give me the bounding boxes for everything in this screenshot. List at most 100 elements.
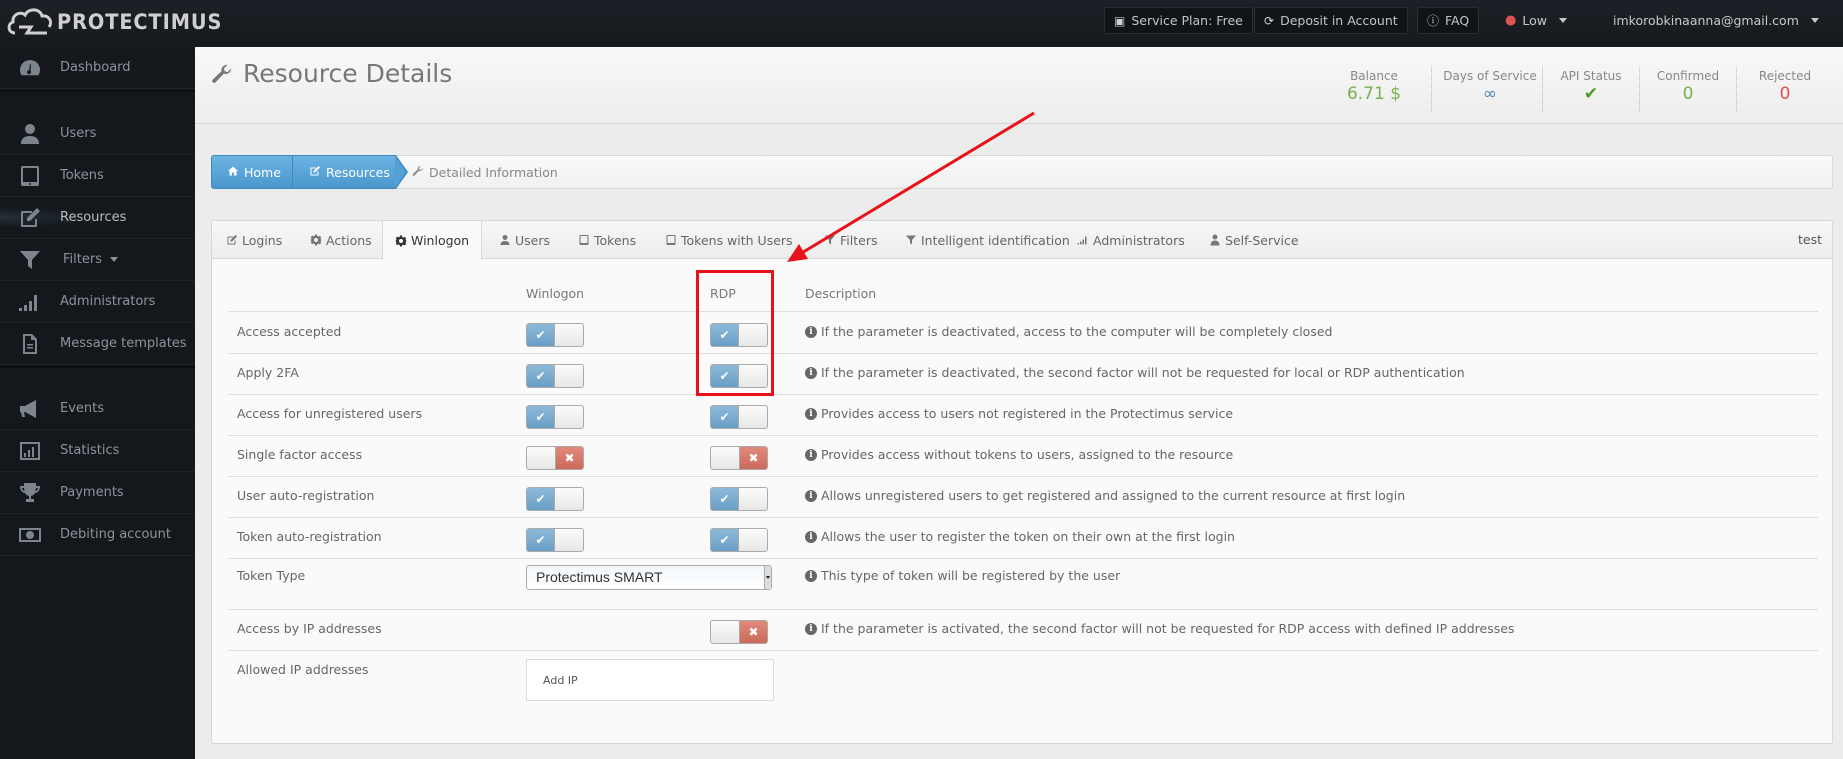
breadcrumb-home[interactable]: Home xyxy=(211,155,293,189)
tab-tokens-with-users[interactable]: Tokens with Users xyxy=(653,221,805,259)
check-icon: ✔ xyxy=(527,365,554,387)
brand-logo[interactable]: PROTECTIMUS xyxy=(5,3,237,41)
sidebar-item-message-templates[interactable]: Message templates xyxy=(0,323,195,365)
sidebar-item-users[interactable]: Users xyxy=(0,113,195,155)
add-ip-input[interactable]: Add IP xyxy=(526,659,774,701)
rdp-toggle-access-by-ip[interactable]: ✖ xyxy=(710,620,768,644)
winlogon-toggle-access-accepted[interactable]: ✔ xyxy=(526,323,584,347)
service-plan-button[interactable]: ▣ Service Plan: Free xyxy=(1104,7,1253,34)
breadcrumb-resources[interactable]: Resources xyxy=(293,155,396,189)
info-icon: i xyxy=(805,569,817,582)
rdp-toggle-apply-2fa[interactable]: ✔ xyxy=(710,364,768,388)
row-description: Allows the user to register the token on… xyxy=(821,529,1235,544)
check-icon: ✔ xyxy=(711,529,738,551)
row-label: Single factor access xyxy=(237,447,363,462)
user-icon xyxy=(499,234,511,246)
check-icon: ✔ xyxy=(527,488,554,510)
winlogon-toggle-access-for-unregistered-users[interactable]: ✔ xyxy=(526,405,584,429)
tab-intelligent-identification[interactable]: Intelligent identification xyxy=(893,221,1082,259)
money-icon xyxy=(0,523,60,547)
filter-icon xyxy=(0,248,60,272)
rdp-toggle-single-factor-access[interactable]: ✖ xyxy=(710,446,768,470)
info-circle-icon: ⓘ xyxy=(1427,14,1440,28)
row-description: Provides access to users not registered … xyxy=(821,406,1234,421)
resource-panel: Logins Actions Winlogon Users Tokens Tok… xyxy=(211,220,1833,744)
check-icon: ✔ xyxy=(527,406,554,428)
bar-chart-icon xyxy=(0,439,60,463)
caret-down-icon xyxy=(1810,18,1819,23)
check-icon: ✔ xyxy=(711,324,738,346)
stat-days-of-service: Days of Service ∞ xyxy=(1440,69,1540,104)
winlogon-toggle-user-auto-registration[interactable]: ✔ xyxy=(526,487,584,511)
info-icon: i xyxy=(805,622,817,635)
info-icon: i xyxy=(805,366,817,379)
tab-actions[interactable]: Actions xyxy=(298,221,384,259)
select-arrow-icon xyxy=(764,566,771,589)
gear-icon xyxy=(310,234,322,246)
rdp-toggle-access-accepted[interactable]: ✔ xyxy=(710,323,768,347)
info-icon: i xyxy=(805,530,817,543)
sidebar-item-filters[interactable]: Filters xyxy=(0,239,195,281)
signal-icon xyxy=(0,290,60,314)
info-icon: i xyxy=(805,325,817,338)
sidebar-item-debiting-account[interactable]: Debiting account xyxy=(0,514,195,556)
dashboard-icon xyxy=(0,56,60,80)
sidebar-item-events[interactable]: Events xyxy=(0,388,195,430)
tab-winlogon[interactable]: Winlogon xyxy=(382,221,483,260)
info-icon: i xyxy=(805,407,817,420)
tab-filters[interactable]: Filters xyxy=(812,221,889,259)
sidebar-divider xyxy=(0,366,195,368)
table-row-access-for-unregistered-users: Access for unregistered users ✔ ✔ i Provides… xyxy=(228,395,1818,436)
wrench-icon xyxy=(412,165,424,180)
tab-administrators[interactable]: Administrators xyxy=(1065,221,1197,259)
tablet-icon xyxy=(578,234,590,246)
page-title: Resource Details xyxy=(211,59,452,88)
sidebar-item-dashboard[interactable]: Dashboard xyxy=(0,47,195,89)
cloud-logo-icon xyxy=(7,8,53,35)
table-row-access-by-ip: Access by IP addresses ✖ i If the parame… xyxy=(228,610,1818,651)
wrench-icon xyxy=(212,64,232,83)
page-title-text: Resource Details xyxy=(243,59,453,88)
rdp-toggle-user-auto-registration[interactable]: ✔ xyxy=(710,487,768,511)
winlogon-toggle-apply-2fa[interactable]: ✔ xyxy=(526,364,584,388)
sidebar-item-resources[interactable]: Resources xyxy=(0,197,195,239)
filter-icon xyxy=(905,234,917,246)
stat-balance: Balance 6.71 $ xyxy=(1346,69,1402,104)
security-level-dropdown[interactable]: ● Low xyxy=(1505,13,1567,28)
resource-name: test xyxy=(1797,232,1822,247)
column-header-description: Description xyxy=(805,286,877,301)
info-icon: i xyxy=(805,448,817,461)
sidebar-item-tokens[interactable]: Tokens xyxy=(0,155,195,197)
user-icon: ● xyxy=(1505,13,1517,28)
winlogon-toggle-single-factor-access[interactable]: ✖ xyxy=(526,446,584,470)
brand-name: PROTECTIMUS xyxy=(57,10,223,34)
rdp-toggle-token-auto-registration[interactable]: ✔ xyxy=(710,528,768,552)
sidebar-item-payments[interactable]: Payments xyxy=(0,472,195,514)
checkmark-icon: ✔ xyxy=(1583,84,1599,104)
faq-button[interactable]: ⓘ FAQ xyxy=(1417,7,1480,34)
edit-icon xyxy=(226,234,238,246)
check-icon: ✔ xyxy=(711,365,738,387)
tab-tokens[interactable]: Tokens xyxy=(566,221,648,259)
tablet-icon xyxy=(665,234,677,246)
sidebar-item-administrators[interactable]: Administrators xyxy=(0,281,195,323)
page-header: Resource Details Balance 6.71 $ Days of … xyxy=(195,47,1843,124)
token-type-select[interactable]: Protectimus SMART xyxy=(526,565,772,590)
file-text-icon xyxy=(0,332,60,356)
caret-down-icon xyxy=(1558,18,1567,23)
stat-rejected: Rejected 0 xyxy=(1758,69,1812,104)
row-description: If the parameter is deactivated, the sec… xyxy=(821,365,1465,380)
stat-confirmed: Confirmed 0 xyxy=(1656,69,1720,104)
tab-users[interactable]: Users xyxy=(487,221,562,259)
tab-logins[interactable]: Logins xyxy=(214,221,294,259)
table-row-token-auto-registration: Token auto-registration ✔ ✔ i Allows the use… xyxy=(228,518,1818,559)
sidebar-item-statistics[interactable]: Statistics xyxy=(0,430,195,472)
gear-icon xyxy=(395,235,407,247)
user-tie-icon xyxy=(1209,234,1221,246)
user-menu-dropdown[interactable]: imkorobkinaanna@gmail.com xyxy=(1613,13,1819,28)
deposit-button[interactable]: ⟳ Deposit in Account xyxy=(1254,7,1408,34)
winlogon-toggle-token-auto-registration[interactable]: ✔ xyxy=(526,528,584,552)
tab-self-service[interactable]: Self-Service xyxy=(1197,221,1311,259)
edit-icon xyxy=(309,165,321,180)
rdp-toggle-access-for-unregistered-users[interactable]: ✔ xyxy=(710,405,768,429)
